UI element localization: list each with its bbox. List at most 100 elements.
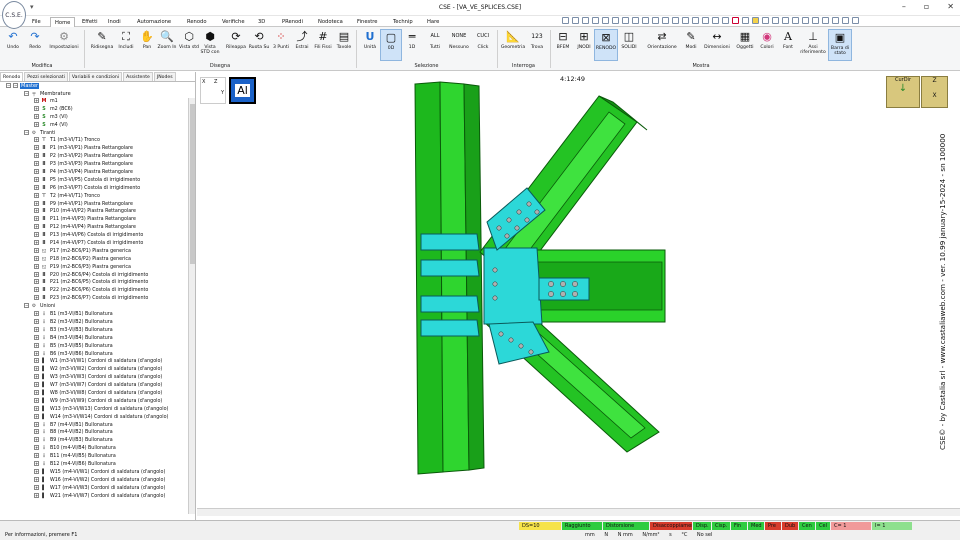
tree-joint[interactable]: + ▌ W2 (m3-VI/W2) Cordoni di saldatura (d'… (0, 366, 188, 374)
tree-member[interactable]: + Sm4 (VI) (0, 121, 188, 130)
b-icon[interactable] (762, 17, 769, 24)
panel-tab-assistente[interactable]: Assistente (123, 72, 153, 81)
zoom-button[interactable]: 🔍 Zoom In (156, 29, 178, 61)
tab-verifiche[interactable]: Verifiche (218, 17, 249, 27)
minimize-icon[interactable]: – (902, 2, 906, 11)
tree-plate[interactable]: + Ⅱ P13 (m4-VI/P6) Costola di irrigidiment… (0, 232, 188, 240)
u-icon[interactable] (732, 17, 739, 24)
ridisegna-button[interactable]: ✎ Ridisegna (87, 29, 117, 61)
undo-button[interactable]: ↶ Undo (2, 29, 24, 61)
tab-effetti[interactable]: Effetti (78, 17, 102, 27)
click-button[interactable]: CUCI Click (472, 29, 494, 61)
grid-icon[interactable] (612, 17, 619, 24)
maximize-icon[interactable]: ▫ (924, 2, 929, 11)
tree-joint[interactable]: + ▌ W8 (m3-VI/W8) Cordoni di saldatura (d'… (0, 389, 188, 398)
tree-plate[interactable]: + Ⅱ P6 (m3-VI/P7) Costola di irrigidimento (0, 184, 188, 193)
pan-button[interactable]: ✋ Pan (136, 29, 158, 61)
save-all-icon[interactable] (572, 17, 579, 24)
tree-plate[interactable]: + Ⅱ P3 (m3-VI/P3) Piastra Rettangolare (0, 161, 188, 169)
tab-technip[interactable]: Technip (389, 17, 417, 27)
tree-joint[interactable]: + ⋮ B7 (m4-VI/B1) Bullonatura (0, 421, 188, 430)
tree-joint[interactable]: + ▌ W9 (m3-VI/W9) Cordoni di saldatura (d'… (0, 397, 188, 406)
panel-tab-variabili[interactable]: Variabili e condizioni (68, 72, 123, 81)
tab-finestre[interactable]: Finestre (353, 17, 381, 27)
0d-button[interactable]: ▢ 0D (380, 29, 402, 61)
dimensioni-button[interactable]: ↔ Dimensioni (702, 29, 732, 61)
tree-plate[interactable]: + Ⅱ P2 (m3-VI/P2) Piastra Rettangolare (0, 153, 188, 161)
colori-button[interactable]: ◉ Colori (756, 29, 778, 61)
tree-joint[interactable]: + ▌ W13 (m3-VI/W13) Cordoni di saldatura (… (0, 405, 188, 414)
tree-joint[interactable]: + ▌ W3 (m3-VI/W3) Cordoni di saldatura (d'… (0, 374, 188, 382)
list-icon[interactable] (832, 17, 839, 24)
tree-joint[interactable]: + ▌ W15 (m4-VI/W1) Cordoni di saldatura (d… (0, 468, 188, 477)
tree-joint[interactable]: + ⋮ B8 (m4-VI/B2) Bullonatura (0, 429, 188, 437)
tab-nodoteca[interactable]: Nodoteca (314, 17, 347, 27)
redo-small-icon[interactable] (592, 17, 599, 24)
tree-scroll-thumb[interactable] (190, 104, 195, 264)
panel-tab-renodo[interactable]: Renodo (0, 72, 24, 81)
tree-plate[interactable]: + Ⅱ P1 (m3-VI/P1) Piastra Rettangolare (0, 145, 188, 153)
tutti-button[interactable]: ALL Tutti (424, 29, 446, 61)
tab-hare[interactable]: Hare (423, 17, 443, 27)
tree-plate[interactable]: + Ⅱ P23 (m2-BC6/P7) Costola di irrigidimen… (0, 295, 188, 303)
oggetti-button[interactable]: ▦ Oggetti (732, 29, 758, 61)
box-icon[interactable] (742, 17, 749, 24)
bfem-button[interactable]: ⊟ BFEM (552, 29, 574, 61)
redo-button[interactable]: ↷ Redo (24, 29, 46, 61)
vista-std-button[interactable]: ⬡ Vista std (178, 29, 200, 61)
arrow-right-icon[interactable] (632, 17, 639, 24)
z-view-button[interactable]: Z X (921, 76, 948, 108)
nessuno-button[interactable]: NONE Nessuno (446, 29, 472, 61)
zoom-out-icon[interactable] (672, 17, 679, 24)
pencil-icon[interactable] (602, 17, 609, 24)
tree-joint[interactable]: + ⋮ B2 (m3-VI/B2) Bullonatura (0, 318, 188, 327)
tab-3d[interactable]: 3D (254, 17, 269, 27)
tree-plate[interactable]: + Ⅱ P10 (m4-VI/P2) Piastra Rettangolare (0, 208, 188, 216)
select-icon[interactable] (752, 17, 759, 24)
tree-member[interactable]: + Sm2 (BC6) (0, 105, 188, 114)
vista-std-con-button[interactable]: ⬢ Vista STD con (199, 29, 221, 61)
tree-joint[interactable]: + ▌ W21 (m4-VI/W7) Cordoni di saldatura (d… (0, 492, 188, 501)
tree-joint[interactable]: + ▌ W1 (m3-VI/W1) Cordoni di saldatura (d'… (0, 358, 188, 366)
tree-plate[interactable]: + Ⅱ P11 (m4-VI/P3) Piastra Rettangolare (0, 216, 188, 224)
tree-plate[interactable]: + Ⅱ P21 (m2-BC6/P5) Costola di irrigidimen… (0, 279, 188, 287)
tree-plate[interactable]: + Ⅱ P22 (m2-BC6/P6) Costola di irrigidimen… (0, 287, 188, 295)
estrai-button[interactable]: ⤴ Estrai (291, 29, 313, 61)
panel-tab-jnodes[interactable]: JNodes (153, 72, 176, 81)
exit-icon[interactable] (852, 17, 859, 24)
tree-joint[interactable]: + ⋮ B6 (m3-VI/B6) Bullonatura (0, 350, 188, 359)
tree-scrollbar[interactable] (188, 98, 195, 514)
rotate-icon[interactable] (682, 17, 689, 24)
renodo-button[interactable]: ⊠ RENODO (594, 29, 618, 61)
tree-plate[interactable]: + Ⅱ P9 (m4-VI/P1) Piastra Rettangolare (0, 200, 188, 209)
app-logo[interactable]: C.S.E. (2, 1, 26, 29)
font-button[interactable]: A Font (777, 29, 799, 61)
fili-fissi-button[interactable]: # Fili Fissi (312, 29, 334, 61)
tavole-button[interactable]: ▤ Tavole (333, 29, 355, 61)
window-icon[interactable] (812, 17, 819, 24)
3d-model[interactable] (197, 72, 960, 508)
tree-joint[interactable]: + ▌ W14 (m3-VI/W14) Cordoni di saldatura (… (0, 413, 188, 422)
tree-joint[interactable]: + ⋮ B4 (m3-VI/B4) Bullonatura (0, 334, 188, 343)
tree-joint[interactable]: + ⋮ B5 (m3-VI/B5) Bullonatura (0, 342, 188, 351)
arrow-up-icon[interactable] (642, 17, 649, 24)
view-iso-icon[interactable] (722, 17, 729, 24)
tree-plate[interactable]: + ⊤ T1 (m3-VI/T1) Tronco (0, 137, 188, 145)
1d-button[interactable]: ═ 1D (401, 29, 423, 61)
tree-plate[interactable]: + ⊤ T2 (m4-VI/T1) Tronco (0, 192, 188, 201)
settings-icon[interactable] (822, 17, 829, 24)
tree-plate[interactable]: + Ⅱ P12 (m4-VI/P4) Piastra Rettangolare (0, 224, 188, 232)
panel-tab-pezzi[interactable]: Pezzi selezionati (24, 72, 68, 81)
save-icon[interactable] (562, 17, 569, 24)
tree-plate[interactable]: + ◱ P19 (m2-BC6/P3) Piastra generica (0, 263, 188, 272)
tree-joint[interactable]: + ⋮ B11 (m4-VI/B5) Bullonatura (0, 453, 188, 461)
view-front-icon[interactable] (692, 17, 699, 24)
undo-small-icon[interactable] (582, 17, 589, 24)
trova-button[interactable]: 123 Trova (526, 29, 548, 61)
group-tiranti[interactable]: − ⚙ Tiranti (0, 129, 188, 138)
unita-button[interactable]: U Unità (359, 29, 381, 61)
tree-plate[interactable]: + Ⅱ P4 (m3-VI/P4) Piastra Rettangolare (0, 169, 188, 177)
modi-button[interactable]: ✎ Modi (680, 29, 702, 61)
tree-root[interactable]: − − Master (6, 82, 40, 90)
tree-plate[interactable]: + Ⅱ P20 (m2-BC6/P4) Costola di irrigidimen… (0, 271, 188, 280)
